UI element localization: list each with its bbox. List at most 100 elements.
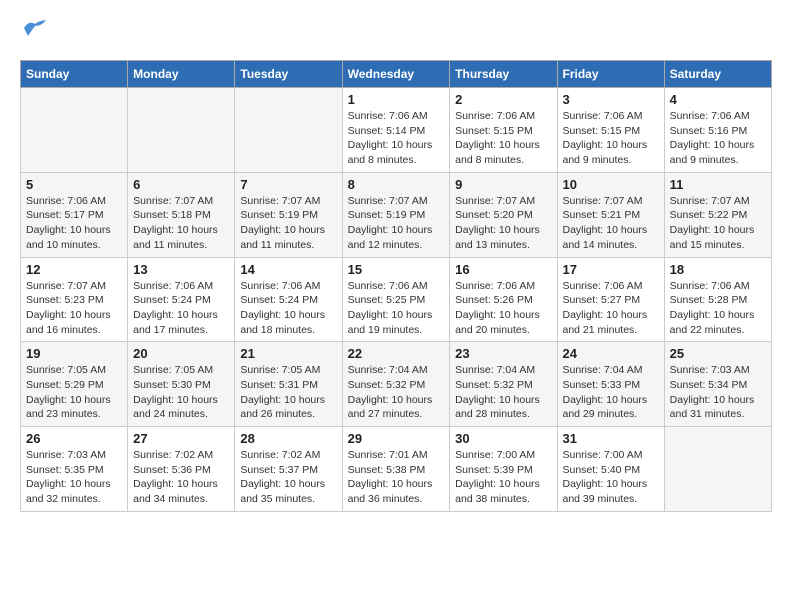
day-info: Sunrise: 7:05 AMSunset: 5:30 PMDaylight:… — [133, 363, 229, 422]
day-info: Sunrise: 7:06 AMSunset: 5:25 PMDaylight:… — [348, 279, 445, 338]
calendar-header-row: SundayMondayTuesdayWednesdayThursdayFrid… — [21, 61, 772, 88]
day-number: 4 — [670, 92, 766, 107]
day-info: Sunrise: 7:04 AMSunset: 5:33 PMDaylight:… — [563, 363, 659, 422]
day-number: 19 — [26, 346, 122, 361]
day-number: 14 — [240, 262, 336, 277]
day-number: 18 — [670, 262, 766, 277]
day-number: 16 — [455, 262, 551, 277]
day-number: 15 — [348, 262, 445, 277]
day-info: Sunrise: 7:07 AMSunset: 5:21 PMDaylight:… — [563, 194, 659, 253]
day-number: 13 — [133, 262, 229, 277]
calendar-cell: 17 Sunrise: 7:06 AMSunset: 5:27 PMDayligh… — [557, 257, 664, 342]
calendar-cell: 29 Sunrise: 7:01 AMSunset: 5:38 PMDayligh… — [342, 427, 450, 512]
calendar-cell: 16 Sunrise: 7:06 AMSunset: 5:26 PMDayligh… — [450, 257, 557, 342]
calendar-cell: 1 Sunrise: 7:06 AMSunset: 5:14 PMDaylight… — [342, 88, 450, 173]
calendar-cell: 13 Sunrise: 7:06 AMSunset: 5:24 PMDayligh… — [128, 257, 235, 342]
day-number: 9 — [455, 177, 551, 192]
day-info: Sunrise: 7:01 AMSunset: 5:38 PMDaylight:… — [348, 448, 445, 507]
day-of-week-header: Monday — [128, 61, 235, 88]
calendar-cell: 7 Sunrise: 7:07 AMSunset: 5:19 PMDaylight… — [235, 172, 342, 257]
day-info: Sunrise: 7:06 AMSunset: 5:24 PMDaylight:… — [133, 279, 229, 338]
day-info: Sunrise: 7:03 AMSunset: 5:34 PMDaylight:… — [670, 363, 766, 422]
calendar-cell: 15 Sunrise: 7:06 AMSunset: 5:25 PMDayligh… — [342, 257, 450, 342]
logo — [20, 20, 46, 44]
calendar-cell — [664, 427, 771, 512]
day-of-week-header: Thursday — [450, 61, 557, 88]
calendar-cell: 27 Sunrise: 7:02 AMSunset: 5:36 PMDayligh… — [128, 427, 235, 512]
day-number: 7 — [240, 177, 336, 192]
day-number: 2 — [455, 92, 551, 107]
calendar-week-row: 5 Sunrise: 7:06 AMSunset: 5:17 PMDaylight… — [21, 172, 772, 257]
calendar-cell: 8 Sunrise: 7:07 AMSunset: 5:19 PMDaylight… — [342, 172, 450, 257]
day-info: Sunrise: 7:06 AMSunset: 5:28 PMDaylight:… — [670, 279, 766, 338]
logo-bird-icon — [24, 20, 46, 36]
day-number: 28 — [240, 431, 336, 446]
calendar-cell: 10 Sunrise: 7:07 AMSunset: 5:21 PMDayligh… — [557, 172, 664, 257]
day-info: Sunrise: 7:06 AMSunset: 5:15 PMDaylight:… — [563, 109, 659, 168]
day-of-week-header: Saturday — [664, 61, 771, 88]
calendar-cell — [128, 88, 235, 173]
calendar-cell: 31 Sunrise: 7:00 AMSunset: 5:40 PMDayligh… — [557, 427, 664, 512]
calendar-cell: 2 Sunrise: 7:06 AMSunset: 5:15 PMDaylight… — [450, 88, 557, 173]
day-info: Sunrise: 7:02 AMSunset: 5:36 PMDaylight:… — [133, 448, 229, 507]
calendar-cell: 14 Sunrise: 7:06 AMSunset: 5:24 PMDayligh… — [235, 257, 342, 342]
calendar-cell: 26 Sunrise: 7:03 AMSunset: 5:35 PMDayligh… — [21, 427, 128, 512]
day-info: Sunrise: 7:06 AMSunset: 5:15 PMDaylight:… — [455, 109, 551, 168]
day-number: 31 — [563, 431, 659, 446]
day-number: 3 — [563, 92, 659, 107]
day-number: 21 — [240, 346, 336, 361]
day-info: Sunrise: 7:06 AMSunset: 5:16 PMDaylight:… — [670, 109, 766, 168]
day-number: 20 — [133, 346, 229, 361]
day-info: Sunrise: 7:06 AMSunset: 5:14 PMDaylight:… — [348, 109, 445, 168]
calendar-cell: 9 Sunrise: 7:07 AMSunset: 5:20 PMDaylight… — [450, 172, 557, 257]
calendar-cell: 30Sunrise: 7:00 AMSunset: 5:39 PMDayligh… — [450, 427, 557, 512]
day-of-week-header: Sunday — [21, 61, 128, 88]
day-info: Sunrise: 7:03 AMSunset: 5:35 PMDaylight:… — [26, 448, 122, 507]
page-header — [20, 20, 772, 44]
day-number: 23 — [455, 346, 551, 361]
calendar-cell: 11Sunrise: 7:07 AMSunset: 5:22 PMDayligh… — [664, 172, 771, 257]
day-info: Sunrise: 7:05 AMSunset: 5:29 PMDaylight:… — [26, 363, 122, 422]
day-info: Sunrise: 7:06 AMSunset: 5:24 PMDaylight:… — [240, 279, 336, 338]
day-info: Sunrise: 7:07 AMSunset: 5:20 PMDaylight:… — [455, 194, 551, 253]
day-of-week-header: Friday — [557, 61, 664, 88]
day-info: Sunrise: 7:07 AMSunset: 5:19 PMDaylight:… — [348, 194, 445, 253]
day-number: 10 — [563, 177, 659, 192]
calendar-cell: 23 Sunrise: 7:04 AMSunset: 5:32 PMDayligh… — [450, 342, 557, 427]
calendar-cell: 24 Sunrise: 7:04 AMSunset: 5:33 PMDayligh… — [557, 342, 664, 427]
day-info: Sunrise: 7:04 AMSunset: 5:32 PMDaylight:… — [455, 363, 551, 422]
day-info: Sunrise: 7:07 AMSunset: 5:19 PMDaylight:… — [240, 194, 336, 253]
day-number: 17 — [563, 262, 659, 277]
calendar-cell: 4 Sunrise: 7:06 AMSunset: 5:16 PMDaylight… — [664, 88, 771, 173]
day-number: 1 — [348, 92, 445, 107]
day-info: Sunrise: 7:06 AMSunset: 5:27 PMDaylight:… — [563, 279, 659, 338]
day-number: 12 — [26, 262, 122, 277]
day-info: Sunrise: 7:00 AMSunset: 5:40 PMDaylight:… — [563, 448, 659, 507]
calendar-cell: 5 Sunrise: 7:06 AMSunset: 5:17 PMDaylight… — [21, 172, 128, 257]
day-number: 24 — [563, 346, 659, 361]
calendar-cell: 18 Sunrise: 7:06 AMSunset: 5:28 PMDayligh… — [664, 257, 771, 342]
calendar-cell: 3 Sunrise: 7:06 AMSunset: 5:15 PMDaylight… — [557, 88, 664, 173]
day-info: Sunrise: 7:06 AMSunset: 5:26 PMDaylight:… — [455, 279, 551, 338]
day-info: Sunrise: 7:06 AMSunset: 5:17 PMDaylight:… — [26, 194, 122, 253]
day-number: 29 — [348, 431, 445, 446]
day-number: 26 — [26, 431, 122, 446]
day-info: Sunrise: 7:04 AMSunset: 5:32 PMDaylight:… — [348, 363, 445, 422]
day-number: 5 — [26, 177, 122, 192]
calendar-cell — [235, 88, 342, 173]
calendar-cell: 19 Sunrise: 7:05 AMSunset: 5:29 PMDayligh… — [21, 342, 128, 427]
day-number: 25 — [670, 346, 766, 361]
calendar-cell — [21, 88, 128, 173]
day-number: 11 — [670, 177, 766, 192]
calendar-cell: 22Sunrise: 7:04 AMSunset: 5:32 PMDayligh… — [342, 342, 450, 427]
day-number: 27 — [133, 431, 229, 446]
day-of-week-header: Tuesday — [235, 61, 342, 88]
calendar-cell: 12Sunrise: 7:07 AMSunset: 5:23 PMDayligh… — [21, 257, 128, 342]
calendar-cell: 25 Sunrise: 7:03 AMSunset: 5:34 PMDayligh… — [664, 342, 771, 427]
day-info: Sunrise: 7:02 AMSunset: 5:37 PMDaylight:… — [240, 448, 336, 507]
calendar-week-row: 19 Sunrise: 7:05 AMSunset: 5:29 PMDayligh… — [21, 342, 772, 427]
calendar-table: SundayMondayTuesdayWednesdayThursdayFrid… — [20, 60, 772, 512]
day-number: 8 — [348, 177, 445, 192]
day-info: Sunrise: 7:07 AMSunset: 5:18 PMDaylight:… — [133, 194, 229, 253]
calendar-week-row: 12Sunrise: 7:07 AMSunset: 5:23 PMDayligh… — [21, 257, 772, 342]
